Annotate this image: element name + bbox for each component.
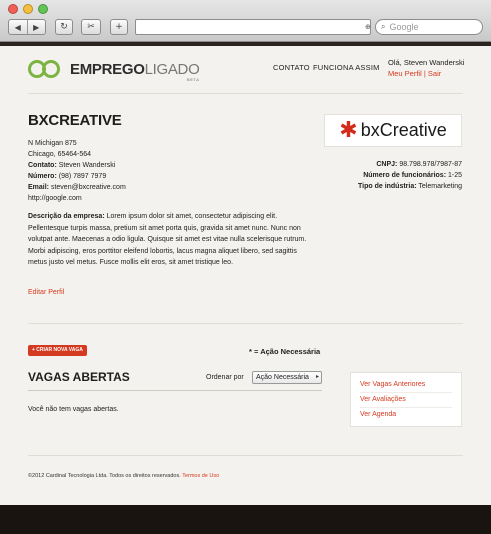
company-contact: Contato: Steven Wanderski bbox=[28, 160, 115, 171]
employees-row: Número de funcionários: 1-25 bbox=[358, 170, 462, 181]
company-website-link[interactable]: http://google.com bbox=[28, 193, 82, 204]
sidebar-links: Ver Vagas Anteriores Ver Avaliações Ver … bbox=[350, 372, 462, 427]
sidebar-link-reviews[interactable]: Ver Avaliações bbox=[360, 393, 452, 408]
reload-icon[interactable]: ↻ bbox=[55, 19, 73, 35]
search-icon: ⌕ bbox=[381, 22, 386, 31]
dropdown-arrow-icon: ▸ bbox=[315, 374, 319, 380]
cnpj-row: CNPJ: 98.798.978/7987-87 bbox=[358, 159, 462, 170]
profile-link[interactable]: Meu Perfil bbox=[388, 69, 422, 78]
sort-label: Ordenar por bbox=[206, 374, 244, 381]
empty-jobs-message: Você não tem vagas abertas. bbox=[28, 406, 119, 413]
cnpj-value: 98.798.978/7987-87 bbox=[399, 161, 462, 168]
company-phone: Número: (98) 7897 7979 bbox=[28, 171, 106, 182]
browser-toolbar: ◀ ▶ ↻ ✂ + ⊕ ⌕ Google bbox=[0, 0, 491, 42]
back-arrow-icon[interactable]: ◀ bbox=[9, 20, 27, 34]
email-value: steven@bxcreative.com bbox=[50, 184, 126, 191]
search-placeholder: Google bbox=[389, 22, 419, 32]
logo-wordmark: EMPREGOLIGADO BETA bbox=[70, 60, 200, 82]
company-logo: ✱ bxCreative bbox=[324, 114, 462, 147]
description-text: Lorem ipsum dolor sit amet, consectetur … bbox=[28, 213, 307, 266]
phone-value: (98) 7897 7979 bbox=[58, 173, 107, 180]
company-description: Descrição da empresa: Lorem ipsum dolor … bbox=[28, 211, 311, 269]
nav-funciona-assim[interactable]: FUNCIONA ASSIM bbox=[313, 63, 380, 72]
add-bookmark-icon[interactable]: + bbox=[110, 19, 128, 35]
email-label: Email: bbox=[28, 184, 50, 191]
company-email: Email: steven@bxcreative.com bbox=[28, 182, 126, 193]
logo-rings-icon bbox=[28, 58, 66, 80]
terms-link[interactable]: Termos de Uso bbox=[182, 473, 219, 479]
cnpj-label: CNPJ: bbox=[376, 161, 398, 168]
logo-bold-text: EMPREGO bbox=[70, 60, 145, 78]
search-input[interactable]: ⌕ Google bbox=[375, 19, 483, 35]
contact-label: Contato: bbox=[28, 162, 57, 169]
create-job-button[interactable]: + CRIAR NOVA VAGA bbox=[28, 345, 87, 356]
footer-divider bbox=[28, 455, 463, 456]
employees-value: 1-25 bbox=[447, 172, 462, 179]
rss-icon[interactable]: ⊕ bbox=[365, 23, 371, 31]
open-jobs-title: VAGAS ABERTAS bbox=[28, 370, 130, 384]
link-separator: | bbox=[423, 69, 426, 78]
user-links: Meu Perfil | Sair bbox=[388, 69, 441, 78]
sort-selected-value: Ação Necessária bbox=[256, 374, 309, 381]
zoom-window-button[interactable] bbox=[38, 4, 48, 14]
company-street: N Michigan 875 bbox=[28, 140, 77, 147]
beta-badge: BETA bbox=[186, 76, 200, 82]
sort-select[interactable]: Ação Necessária ▸ bbox=[252, 371, 322, 384]
sidebar-link-agenda[interactable]: Ver Agenda bbox=[360, 408, 452, 422]
logout-link[interactable]: Sair bbox=[428, 69, 441, 78]
address-bar[interactable] bbox=[135, 19, 371, 35]
edit-profile-link[interactable]: Editar Perfil bbox=[28, 289, 64, 296]
industry-row: Tipo de indústria: Telemarketing bbox=[358, 181, 462, 192]
nav-contato[interactable]: CONTATO bbox=[273, 63, 310, 72]
top-stripe bbox=[0, 42, 491, 46]
company-title: BXCREATIVE bbox=[28, 112, 122, 129]
forward-arrow-icon[interactable]: ▶ bbox=[26, 20, 46, 34]
star-icon: ✱ bbox=[339, 117, 358, 143]
jobs-divider bbox=[28, 390, 322, 391]
back-forward-control: ◀ ▶ bbox=[8, 19, 46, 35]
section-divider bbox=[28, 323, 463, 324]
web-clip-icon[interactable]: ✂ bbox=[81, 19, 101, 35]
employees-label: Número de funcionários: bbox=[363, 172, 447, 179]
copyright-text: ©2012 Cardinal Tecnologia Ltda. Todos os… bbox=[28, 473, 181, 479]
company-facts: CNPJ: 98.798.978/7987-87 Número de funci… bbox=[358, 159, 462, 192]
close-window-button[interactable] bbox=[8, 4, 18, 14]
phone-label: Número: bbox=[28, 173, 57, 180]
company-logo-text: bxCreative bbox=[360, 120, 447, 140]
company-city: Chicago, 65464-564 bbox=[28, 151, 92, 158]
header-divider bbox=[28, 93, 463, 94]
industry-label: Tipo de indústria: bbox=[357, 183, 417, 190]
logo-light-text: LIGADO bbox=[144, 60, 200, 78]
sidebar-link-previous-jobs[interactable]: Ver Vagas Anteriores bbox=[360, 378, 452, 393]
contact-value: Steven Wanderski bbox=[58, 162, 116, 169]
action-legend: * = Ação Necessária bbox=[249, 347, 321, 356]
site-logo[interactable]: EMPREGOLIGADO BETA bbox=[28, 58, 200, 82]
user-greeting: Olá, Steven Wanderski bbox=[388, 58, 465, 67]
footer: ©2012 Cardinal Tecnologia Ltda. Todos os… bbox=[28, 473, 219, 479]
bottom-band bbox=[0, 505, 491, 534]
industry-value: Telemarketing bbox=[418, 183, 462, 190]
minimize-window-button[interactable] bbox=[23, 4, 33, 14]
description-label: Descrição da empresa: bbox=[28, 213, 105, 220]
